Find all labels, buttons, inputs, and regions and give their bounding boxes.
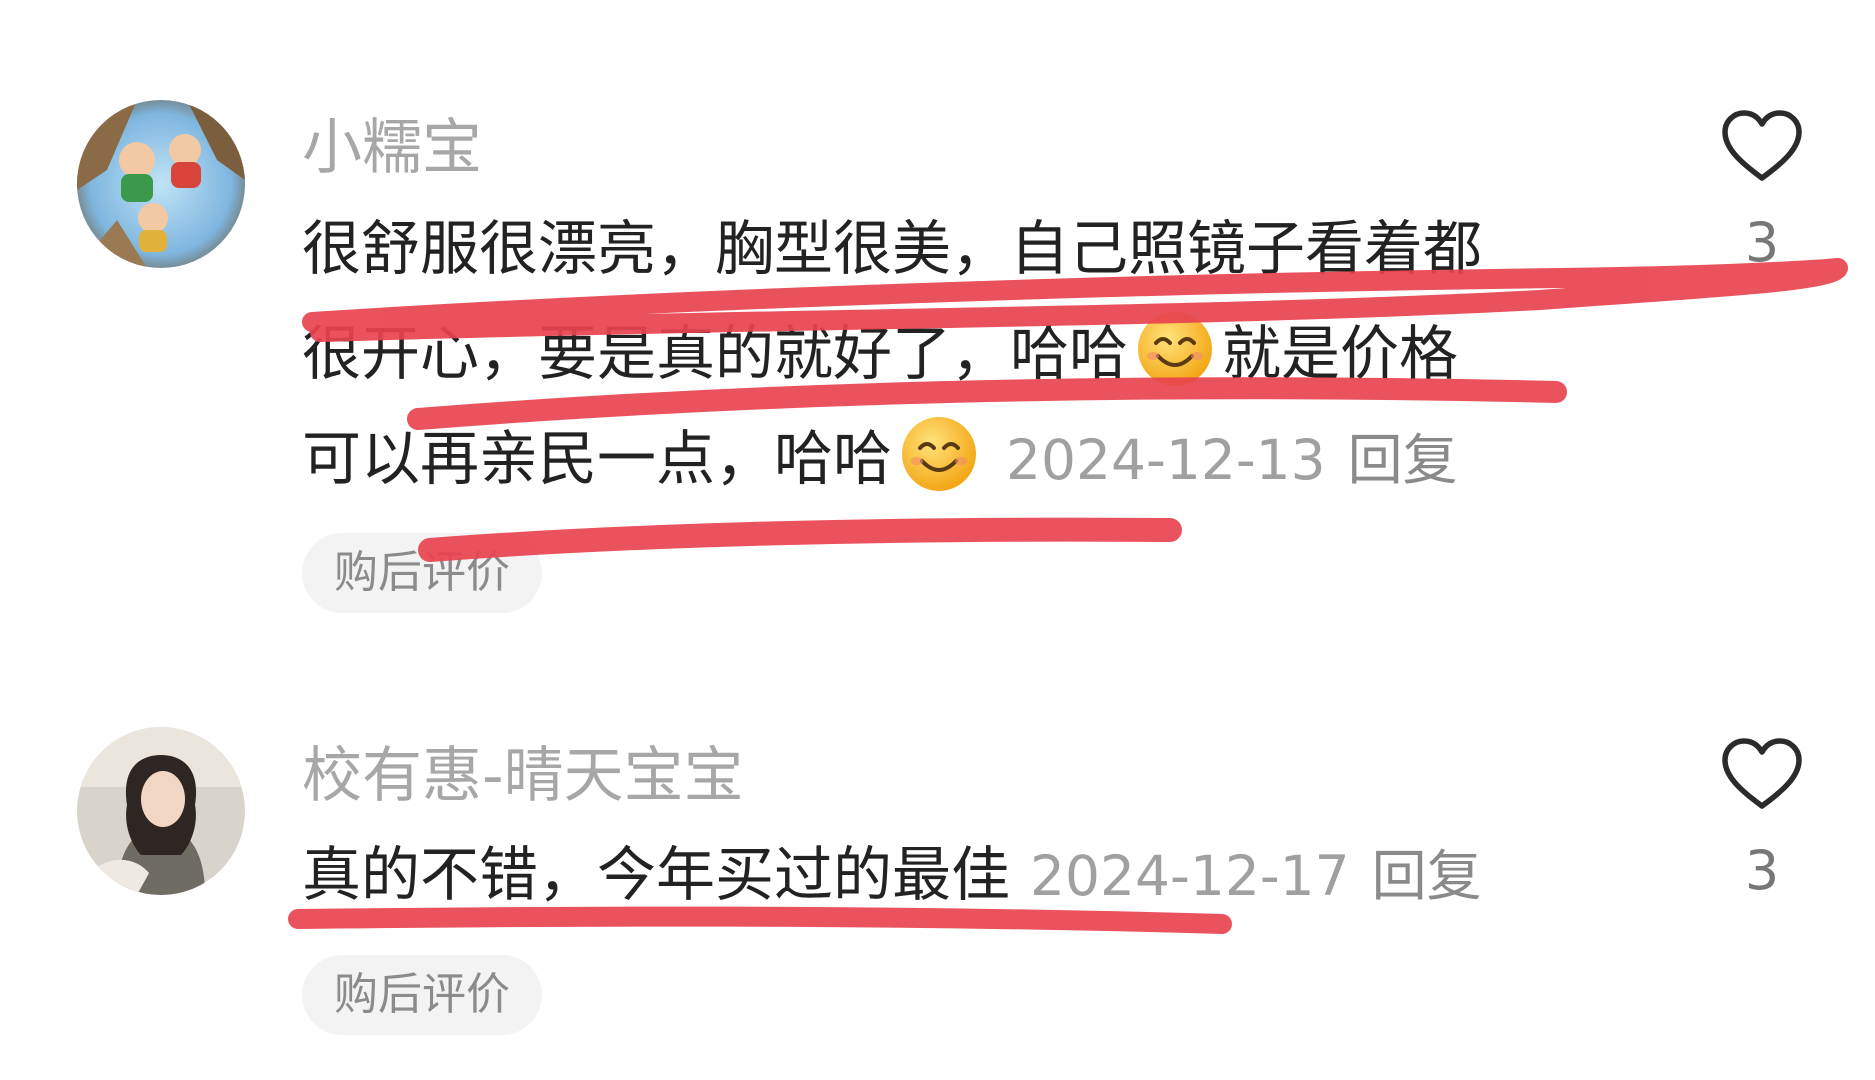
heart-outline-icon[interactable] bbox=[1720, 736, 1804, 812]
comment-line: 可以再亲民一点，哈哈 2024-12-13 回复 bbox=[302, 406, 1612, 513]
comment-text: 真的不错，今年买过的最佳 2024-12-17 回复 bbox=[302, 822, 1612, 929]
post-purchase-review-tag: 购后评价 bbox=[302, 533, 542, 613]
like-count: 3 bbox=[1744, 839, 1780, 902]
avatar[interactable] bbox=[77, 100, 245, 268]
comment-text: 很舒服很漂亮，胸型很美，自己照镜子看着都 很开心，要是真的就好了，哈哈 就是价格 … bbox=[302, 196, 1612, 513]
comment-line: 很舒服很漂亮，胸型很美，自己照镜子看着都 bbox=[302, 214, 1483, 283]
annotation-underline bbox=[418, 517, 1182, 562]
reply-button[interactable]: 回复 bbox=[1372, 844, 1482, 908]
comment-line-text: 很开心，要是真的就好了，哈哈 bbox=[302, 319, 1129, 388]
username[interactable]: 校有惠-晴天宝宝 bbox=[302, 746, 744, 806]
smiling-face-emoji-icon bbox=[1136, 310, 1214, 388]
avatar[interactable] bbox=[77, 727, 245, 895]
post-purchase-review-tag: 购后评价 bbox=[302, 955, 542, 1035]
comment-line-text: 真的不错，今年买过的最佳 bbox=[302, 840, 1011, 909]
comment-line-text: 就是价格 bbox=[1222, 319, 1459, 388]
reply-button[interactable]: 回复 bbox=[1348, 428, 1458, 492]
comment-line-text: 可以再亲民一点，哈哈 bbox=[302, 424, 893, 493]
comment-date: 2024-12-13 bbox=[1006, 428, 1326, 492]
comment-line: 很开心，要是真的就好了，哈哈 就是价格 bbox=[302, 301, 1612, 406]
username[interactable]: 小糯宝 bbox=[302, 118, 482, 178]
like-button[interactable]: 3 bbox=[1720, 736, 1804, 898]
like-button[interactable]: 3 bbox=[1720, 108, 1804, 270]
heart-outline-icon[interactable] bbox=[1720, 108, 1804, 184]
smiling-face-emoji-icon bbox=[900, 415, 978, 493]
like-count: 3 bbox=[1744, 211, 1780, 274]
comment-date: 2024-12-17 bbox=[1030, 844, 1350, 908]
comment-line: 真的不错，今年买过的最佳 2024-12-17 回复 bbox=[302, 822, 1612, 929]
